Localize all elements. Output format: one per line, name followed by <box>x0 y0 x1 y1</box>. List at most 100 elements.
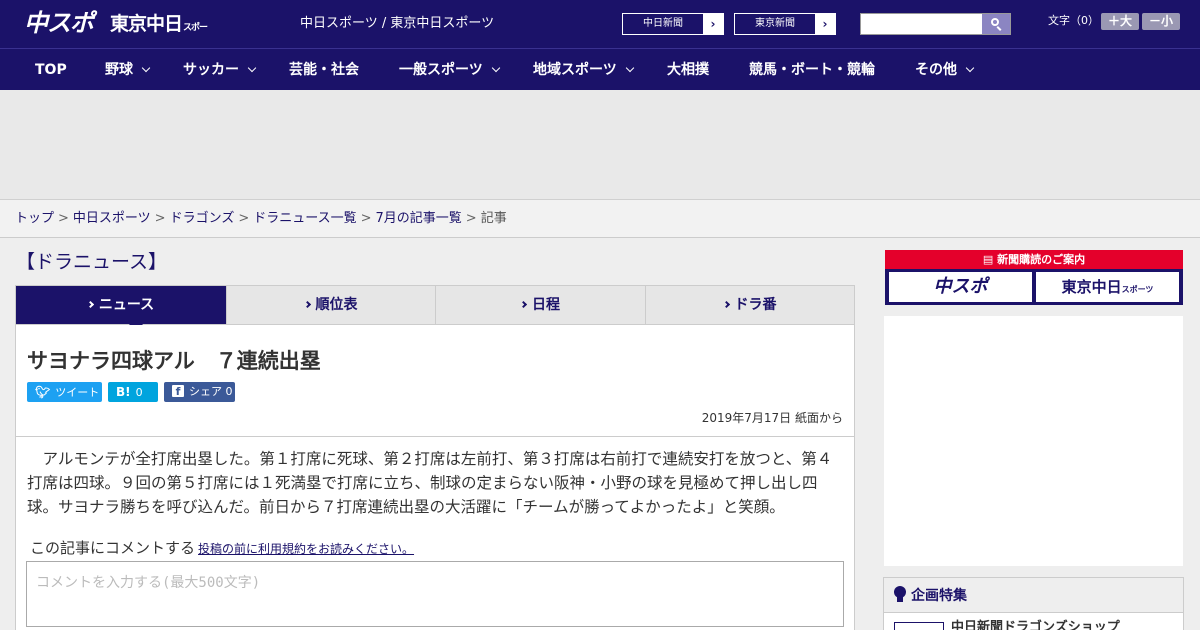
nav-item-entertainment[interactable]: 芸能・社会 <box>289 49 359 91</box>
nav-label: 大相撲 <box>667 62 709 78</box>
tokyo-logo-text: 東京中日 <box>110 13 183 35</box>
article-title: サヨナラ四球アル ７連続出塁 <box>27 349 321 373</box>
newspaper-icon: ▤ <box>982 253 998 266</box>
comment-section-label: この記事にコメントする 投稿の前に利用規約をお読みください。 <box>30 537 414 560</box>
tab-label: ドラ番 <box>734 297 777 313</box>
chevron-right-icon: › <box>815 14 835 34</box>
tab-label: 日程 <box>532 297 560 313</box>
nav-label: 野球 <box>105 62 133 78</box>
main-content: 【ドラニュース】 ニュース 順位表 日程 ドラ番 サヨナラ四球アル ７連続出塁 … <box>0 239 1200 630</box>
tab-label: 順位表 <box>315 297 358 313</box>
subscription-head: ▤ 新聞購読のご案内 <box>885 250 1183 269</box>
breadcrumb-link-top[interactable]: トップ <box>15 211 54 226</box>
search-input[interactable] <box>860 13 1011 35</box>
chunichi-shinbun-link[interactable]: 中日新聞 › <box>622 13 724 35</box>
medal-ribbon <box>897 596 903 602</box>
hatena-icon: B! <box>116 385 131 399</box>
site-links[interactable]: 中日スポーツ / 東京中日スポーツ <box>300 14 494 34</box>
chevron-right-icon <box>86 300 94 309</box>
breadcrumb: トップ > 中日スポーツ > ドラゴンズ > ドラニュース一覧 >7月の記事一覧 > 記事 <box>0 200 1200 238</box>
tab-standings[interactable]: 順位表 <box>227 286 436 324</box>
breadcrumb-separator: > <box>465 211 477 226</box>
divider <box>16 436 854 437</box>
article-date: 2019年7月17日 紙面から <box>701 411 843 425</box>
subscribe-chuspo-button[interactable]: 中スポ <box>889 272 1032 302</box>
facebook-icon: f <box>172 385 184 398</box>
breadcrumb-separator: > <box>154 211 166 226</box>
tweet-button[interactable]: 🐦︎ ツイート <box>27 382 102 402</box>
chevron-right-icon: › <box>703 14 723 34</box>
terms-link[interactable]: 投稿の前に利用規約をお読みください。 <box>198 542 414 556</box>
feature-item-dragons-shop[interactable]: 中日新聞ドラゴンズショップ <box>951 620 1120 630</box>
breadcrumb-link-chunichi-sports[interactable]: 中日スポーツ <box>73 211 151 226</box>
breadcrumb-separator: > <box>360 211 372 226</box>
nav-item-top[interactable]: TOP <box>35 49 67 91</box>
chevron-down-icon <box>625 63 634 73</box>
breadcrumb-link-july-articles[interactable]: 7月の記事一覧 <box>376 211 462 226</box>
comment-textarea[interactable]: コメントを入力する(最大500文字) <box>26 561 844 627</box>
breadcrumb-link-dragons[interactable]: ドラゴンズ <box>170 211 235 226</box>
chevron-down-icon <box>965 63 975 73</box>
feature-header: 企画特集 <box>884 578 1183 613</box>
article-body: アルモンテが全打席出塁した。第１打席に死球、第２打席は左前打、第３打席は右前打で… <box>27 450 833 516</box>
tab-label: ニュース <box>98 297 155 313</box>
breadcrumb-separator: > <box>238 211 250 226</box>
breadcrumb-current: 記事 <box>480 211 507 226</box>
site-header: 中スポ 東京中日スポーツ 中日スポーツ / 東京中日スポーツ 中日新聞 › 東京… <box>0 0 1200 65</box>
nav-item-baseball[interactable]: 野球 <box>105 49 151 91</box>
nav-item-local-sports[interactable]: 地域スポーツ <box>533 49 634 91</box>
tokyo-chunichi-logo[interactable]: 東京中日スポーツ <box>110 10 210 65</box>
dragons-shop-thumbnail[interactable] <box>894 622 944 630</box>
search-button[interactable] <box>982 14 1010 34</box>
font-smaller-button[interactable]: －小 <box>1142 13 1180 30</box>
subscription-head-label: 新聞購読のご案内 <box>997 253 1086 266</box>
font-size-label: 文字（0） <box>1048 14 1099 27</box>
facebook-share-button[interactable]: f シェア 0 <box>164 382 235 402</box>
nav-item-soccer[interactable]: サッカー <box>183 49 257 91</box>
subscribe-tokyo-button[interactable]: 東京中日スポーツ <box>1036 272 1179 302</box>
tab-dora-ban[interactable]: ドラ番 <box>646 286 854 324</box>
twitter-icon: 🐦︎ <box>35 385 51 399</box>
nav-item-other[interactable]: その他 <box>915 49 975 91</box>
facebook-share-label: シェア 0 <box>189 385 233 398</box>
nav-label: TOP <box>35 62 67 78</box>
nav-item-general-sports[interactable]: 一般スポーツ <box>399 49 500 91</box>
comment-label-text: この記事にコメントする <box>30 539 196 557</box>
tokyo-shinbun-link[interactable]: 東京新聞 › <box>734 13 836 35</box>
paper-link-label: 中日新聞 <box>643 18 683 29</box>
nav-item-sumo[interactable]: 大相撲 <box>667 49 709 91</box>
chevron-right-icon <box>722 300 730 309</box>
chevron-down-icon <box>141 63 151 73</box>
news-tabs: ニュース 順位表 日程 ドラ番 <box>15 285 855 332</box>
nav-label: 芸能・社会 <box>289 62 359 78</box>
chevron-right-icon <box>303 300 311 309</box>
tab-schedule[interactable]: 日程 <box>436 286 646 324</box>
subscription-banner[interactable]: ▤ 新聞購読のご案内 中スポ 東京中日スポーツ <box>885 250 1183 305</box>
sidebar-ad <box>884 316 1183 566</box>
breadcrumb-link-dora-news[interactable]: ドラニュース一覧 <box>253 211 356 226</box>
nav-label: 競馬・ボート・競輪 <box>749 62 875 78</box>
ad-banner-area <box>0 90 1200 200</box>
feature-box: 企画特集 中日新聞ドラゴンズショップ <box>883 577 1184 630</box>
nav-label: その他 <box>915 62 957 78</box>
chevron-down-icon <box>491 63 500 73</box>
chevron-right-icon <box>519 300 528 309</box>
nav-label: 地域スポーツ <box>533 62 617 78</box>
feature-title: 企画特集 <box>911 588 967 604</box>
tweet-label: ツイート <box>55 386 100 399</box>
tab-news[interactable]: ニュース <box>16 286 227 324</box>
paper-link-label: 東京新聞 <box>755 18 795 29</box>
chevron-down-icon <box>247 63 257 73</box>
hatena-bookmark-button[interactable]: B! 0 <box>108 382 158 402</box>
search-icon-handle <box>996 26 1002 31</box>
search-icon <box>991 18 999 26</box>
subscribe-tokyo-label: 東京中日 <box>1061 278 1122 296</box>
nav-label: サッカー <box>183 62 239 78</box>
breadcrumb-separator: > <box>58 211 69 226</box>
section-title: 【ドラニュース】 <box>16 251 168 273</box>
subscribe-tokyo-sub: スポーツ <box>1121 285 1154 294</box>
chuspo-logo[interactable]: 中スポ <box>24 8 100 38</box>
nav-item-racing[interactable]: 競馬・ボート・競輪 <box>749 49 875 91</box>
article: サヨナラ四球アル ７連続出塁 🐦︎ ツイート B! 0 f シェア 0 2019年7月… <box>15 325 855 630</box>
font-larger-button[interactable]: ＋大 <box>1101 13 1139 30</box>
